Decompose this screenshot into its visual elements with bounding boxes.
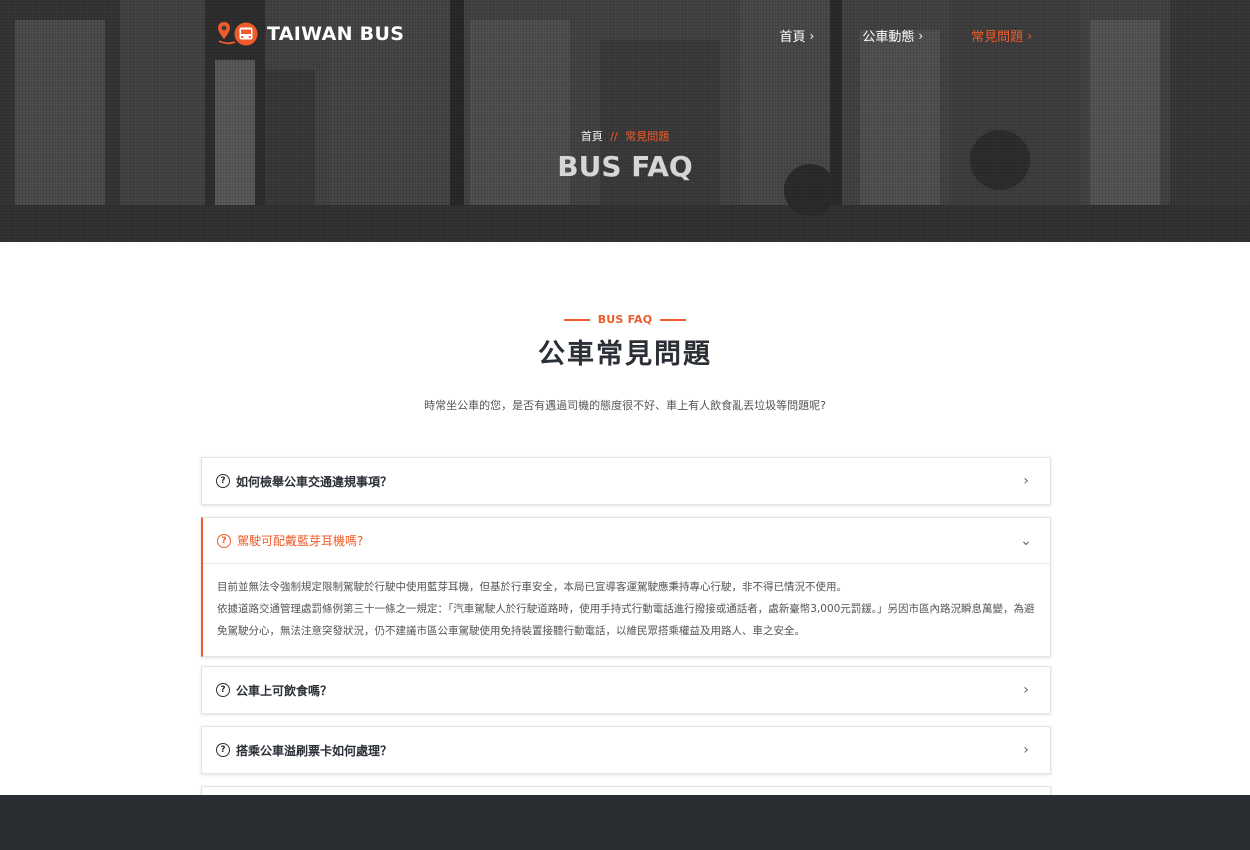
chevron-right-icon: ›	[1023, 473, 1029, 489]
nav-item-home[interactable]: 首頁 ›	[779, 26, 815, 46]
nav-item-label: 公車動態	[862, 30, 915, 45]
faq-item: ? 如何檢舉公車交通違規事項？ ›	[201, 457, 1051, 505]
footer	[0, 795, 1250, 850]
chevron-right-icon: ›	[809, 28, 815, 43]
faq-question-toggle[interactable]: ? 駕駛可配戴藍芽耳機嗎? ⌄	[203, 518, 1050, 564]
faq-answer-paragraph: 依據道路交通管理處罰條例第三十一條之一規定：「汽車駕駛人於行駛道路時，使用手持式…	[217, 603, 1035, 637]
faq-question-toggle[interactable]: ? 公車上可飲食嗎？ ›	[202, 667, 1050, 713]
hero-title: BUS FAQ	[557, 150, 693, 183]
tag-line-left	[563, 319, 590, 321]
section-tag: BUS FAQ	[0, 313, 1250, 326]
brand-name: TAIWAN BUS	[267, 23, 405, 45]
top-navbar: TAIWAN BUS 首頁 › 公車動態 › 常見問題 ›	[0, 0, 1250, 68]
faq-question: 如何檢舉公車交通違規事項？	[236, 474, 393, 489]
faq-question-toggle[interactable]: ? 搭乘公車溢刷票卡如何處理？ ›	[202, 727, 1050, 773]
breadcrumb-current: 常見問題	[625, 130, 670, 143]
section-title: 公車常見問題	[538, 339, 712, 370]
faq-item: ? 公車上可飲食嗎？ ›	[201, 666, 1051, 714]
breadcrumb: 首頁 // 常見問題	[0, 128, 1250, 144]
faq-question: 搭乘公車溢刷票卡如何處理？	[236, 743, 393, 758]
faq-question-toggle[interactable]: ? 如何檢舉公車交通違規事項？ ›	[202, 458, 1050, 504]
brand-logo[interactable]: TAIWAN BUS	[217, 20, 404, 48]
chevron-right-icon: ›	[1023, 742, 1029, 758]
nav-item-faq[interactable]: 常見問題 ›	[971, 26, 1032, 46]
chevron-right-icon: ›	[1023, 682, 1029, 698]
breadcrumb-home[interactable]: 首頁	[581, 130, 603, 143]
faq-answer: 目前並無法令強制規定限制駕駛於行駛中使用藍芽耳機，但基於行車安全，本局已宣導客運…	[203, 564, 1050, 656]
main-nav: 首頁 › 公車動態 › 常見問題 ›	[779, 26, 1032, 46]
faq-question: 駕駛可配戴藍芽耳機嗎?	[237, 534, 364, 548]
nav-item-label: 首頁	[779, 30, 806, 45]
question-circle-icon: ?	[216, 743, 230, 757]
tag-line-right	[660, 319, 687, 321]
chevron-right-icon: ›	[1027, 28, 1032, 43]
chevron-down-icon: ⌄	[1020, 532, 1032, 549]
question-circle-icon: ?	[216, 683, 230, 697]
faq-item: ? 搭乘公車溢刷票卡如何處理？ ›	[201, 726, 1051, 774]
faq-answer-paragraph: 目前並無法令強制規定限制駕駛於行駛中使用藍芽耳機，但基於行車安全，本局已宣導客運…	[217, 581, 847, 593]
faq-question: 公車上可飲食嗎？	[236, 683, 333, 698]
logo-bus-icon	[218, 22, 258, 46]
hero-banner: TAIWAN BUS 首頁 › 公車動態 › 常見問題 › 首頁 // 常見問題…	[0, 0, 1250, 242]
breadcrumb-separator: //	[610, 130, 618, 143]
question-circle-icon: ?	[217, 533, 231, 548]
nav-item-bus-status[interactable]: 公車動態 ›	[862, 26, 924, 46]
section-description: 時常坐公車的您，是否有遇過司機的態度很不好、車上有人飲食亂丟垃圾等問題呢?	[424, 399, 826, 412]
chevron-right-icon: ›	[918, 28, 924, 43]
nav-item-label: 常見問題	[971, 30, 1024, 45]
question-circle-icon: ?	[216, 474, 230, 488]
faq-item-expanded: ? 駕駛可配戴藍芽耳機嗎? ⌄ 目前並無法令強制規定限制駕駛於行駛中使用藍芽耳機…	[201, 517, 1051, 657]
section-tag-text: BUS FAQ	[597, 313, 653, 326]
